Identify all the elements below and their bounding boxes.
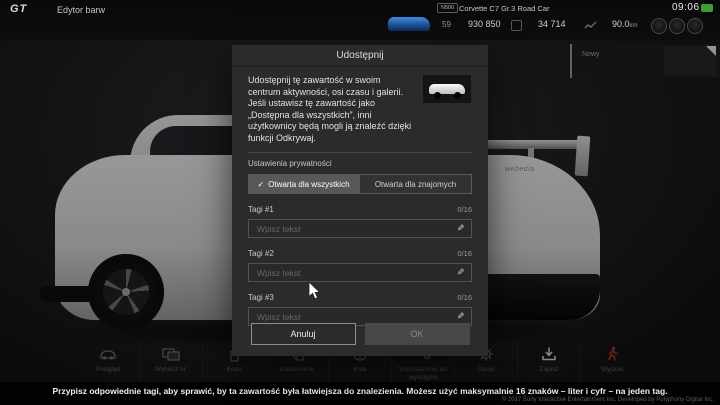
privacy-option-label: Otwarta dla znajomych — [374, 179, 457, 189]
dialog-title: Udostępnij — [232, 45, 488, 67]
check-icon: ✓ — [257, 179, 265, 189]
tag-group-1: Tagi #1 0/16 ✎ — [248, 205, 472, 238]
bottom-bar: Przypisz odpowiednie tagi, aby sprawić, … — [0, 382, 720, 405]
tag-counter: 0/16 — [457, 249, 472, 258]
distance-value: 90.0km — [612, 19, 638, 29]
privacy-option-public[interactable]: ✓ Otwarta dla wszystkich — [248, 174, 359, 194]
pencil-icon: ✎ — [457, 311, 465, 321]
current-car-name: Corvette C7 Gr.3 Road Car — [459, 4, 550, 13]
tag-group-3: Tagi #3 0/16 ✎ — [248, 293, 472, 326]
credits-icon — [511, 20, 522, 31]
car-thumbnail[interactable] — [388, 17, 430, 31]
tag-label: Tagi #3 — [248, 293, 274, 302]
privacy-label: Ustawienia prywatności — [248, 159, 332, 168]
privacy-option-label: Otwarta dla wszystkich — [268, 179, 350, 189]
gt-logo-icon: GT — [10, 3, 28, 15]
tag-text-field[interactable] — [255, 266, 458, 279]
dialog-body: Udostępnij tę zawartość w swoim centrum … — [232, 67, 488, 144]
privacy-option-friends[interactable]: Otwarta dla znajomych — [359, 174, 472, 194]
pencil-icon: ✎ — [457, 223, 465, 233]
tag-group-2: Tagi #2 0/16 ✎ — [248, 249, 472, 282]
controller-icon[interactable] — [687, 18, 703, 34]
tag-label: Tagi #2 — [248, 249, 274, 258]
share-dialog: Udostępnij Udostępnij tę zawartość w swo… — [232, 45, 488, 356]
dialog-description: Udostępnij tę zawartość w swoim centrum … — [248, 75, 412, 143]
footer-hint-text: Przypisz odpowiednie tagi, aby sprawić, … — [52, 386, 668, 396]
driver-level: 59 — [442, 20, 451, 29]
status-icon-2[interactable] — [669, 18, 685, 34]
status-icon-1[interactable] — [651, 18, 667, 34]
tag-counter: 0/16 — [457, 293, 472, 302]
page-title: Edytor barw — [57, 5, 106, 15]
top-bar: GT Edytor barw N500 Corvette C7 Gr.3 Roa… — [0, 0, 720, 40]
distance-number: 90.0 — [612, 19, 630, 29]
network-status-icon — [701, 4, 713, 12]
tag-text-field[interactable] — [255, 310, 458, 323]
ok-button[interactable]: OK — [364, 323, 470, 345]
tag-counter: 0/16 — [457, 205, 472, 214]
tag-input-2[interactable]: ✎ — [248, 263, 472, 282]
thumbnail-wheel — [454, 92, 461, 99]
copyright-text: © 2017 Sony Interactive Entertainment In… — [501, 397, 714, 403]
credits-value: 930 850 — [468, 19, 501, 29]
privacy-toggle: ✓ Otwarta dla wszystkich Otwarta dla zna… — [248, 174, 472, 194]
dialog-buttons: Anuluj OK — [232, 323, 488, 345]
car-class-badge: N500 — [437, 3, 459, 13]
cancel-button[interactable]: Anuluj — [250, 323, 356, 345]
tag-input-1[interactable]: ✎ — [248, 219, 472, 238]
mileage-value: 34 714 — [538, 19, 566, 29]
pencil-icon: ✎ — [457, 267, 465, 277]
distance-unit: km — [629, 23, 638, 29]
clock: 09:06 — [672, 2, 700, 13]
mouse-cursor — [308, 281, 321, 300]
tag-text-field[interactable] — [255, 222, 458, 235]
privacy-section: Ustawienia prywatności ✓ Otwarta dla wsz… — [248, 152, 472, 194]
screen: GT Edytor barw N500 Corvette C7 Gr.3 Roa… — [0, 0, 720, 405]
thumbnail-wheel — [434, 92, 441, 99]
mileage-graph-icon — [584, 21, 597, 29]
tag-label: Tagi #1 — [248, 205, 274, 214]
content-thumbnail — [423, 75, 471, 103]
